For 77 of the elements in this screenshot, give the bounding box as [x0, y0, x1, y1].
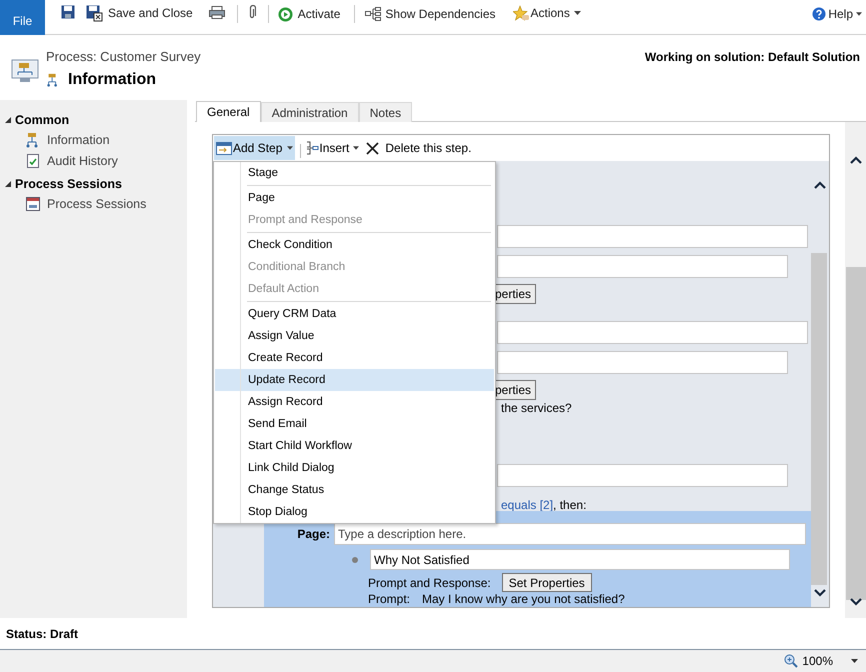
tab[interactable]: Administration	[260, 102, 359, 122]
text-field[interactable]	[497, 255, 788, 278]
actions-button[interactable]: Actions	[512, 4, 581, 22]
scroll-down-icon[interactable]	[850, 598, 862, 606]
add-step-button[interactable]: Add Step	[214, 136, 296, 160]
zoom-level: 100%	[802, 653, 833, 670]
activate-button[interactable]: Activate	[278, 5, 340, 23]
solution-label: Working on solution: Default Solution	[644, 49, 860, 66]
menu-item[interactable]: Create Record	[215, 347, 494, 369]
document-check-icon	[25, 153, 41, 170]
caret-icon	[353, 146, 360, 150]
add-step-icon	[216, 142, 232, 154]
hierarchy-icon	[365, 7, 382, 21]
menu-item[interactable]: Assign Value	[215, 325, 494, 347]
status-label: Status: Draft	[6, 626, 78, 642]
save-icon[interactable]	[61, 5, 75, 19]
sidebar-item[interactable]: Process Sessions	[47, 194, 146, 214]
menu-item[interactable]: Stop Dialog	[215, 501, 494, 523]
menu-item[interactable]: Start Child Workflow	[215, 435, 494, 457]
show-dependencies-button[interactable]: Show Dependencies	[365, 5, 496, 23]
menu-item[interactable]: Page	[215, 187, 494, 209]
tab[interactable]: General	[196, 101, 261, 122]
process-subtitle: Process: Customer Survey	[46, 49, 201, 65]
star-hand-icon	[512, 4, 530, 22]
text-field[interactable]	[497, 225, 808, 248]
sidebar-item[interactable]: Audit History	[47, 152, 118, 171]
process-icon	[11, 59, 39, 83]
scroll-up-icon[interactable]	[850, 156, 862, 164]
tab[interactable]: Notes	[358, 102, 412, 122]
prompt-text: May I know why are you not satisfied?	[422, 593, 625, 606]
page-label: Page:	[296, 526, 331, 543]
menu-item[interactable]: Send Email	[215, 413, 494, 435]
prompt-label: Prompt:	[368, 593, 410, 606]
bullet-icon	[352, 556, 358, 562]
caret-icon	[574, 11, 581, 15]
insert-icon	[306, 141, 320, 155]
delete-step-button[interactable]: Delete this step.	[366, 139, 472, 157]
prompt-text: the services?	[501, 401, 572, 415]
sidebar-item[interactable]: Information	[47, 130, 110, 150]
expand-triangle-icon[interactable]	[5, 181, 11, 188]
save-and-close-button[interactable]: Save and Close	[86, 4, 193, 22]
text-field[interactable]	[497, 351, 788, 374]
paperclip-icon[interactable]	[248, 5, 256, 20]
help-icon	[812, 7, 826, 21]
caret-icon	[856, 12, 862, 16]
menu-item[interactable]: Stage	[215, 162, 494, 184]
print-icon[interactable]	[208, 6, 225, 19]
expand-triangle-icon[interactable]	[5, 117, 11, 124]
close-icon	[366, 142, 380, 154]
help-button[interactable]: Help	[812, 5, 862, 23]
scroll-down-icon[interactable]	[814, 589, 826, 597]
scrollbar-thumb[interactable]	[846, 267, 866, 600]
caret-icon[interactable]	[851, 659, 858, 663]
page-title: Information	[68, 70, 156, 90]
step-name-field[interactable]: Why Not Satisfied	[370, 549, 790, 570]
text-field[interactable]	[497, 464, 788, 487]
menu-item[interactable]: Query CRM Data	[215, 303, 494, 325]
file-tab[interactable]: File	[0, 0, 45, 35]
caret-icon	[287, 146, 294, 150]
scroll-up-icon[interactable]	[814, 181, 826, 189]
menu-item[interactable]: Update Record	[215, 369, 494, 391]
menu-item[interactable]: Check Condition	[215, 234, 494, 256]
description-field[interactable]: Type a description here.	[334, 523, 806, 545]
insert-button[interactable]: Insert	[306, 139, 360, 157]
set-properties-button[interactable]: Set Properties	[502, 573, 592, 592]
menu-item[interactable]: Change Status	[215, 479, 494, 501]
calendar-icon	[25, 196, 41, 212]
text-field[interactable]	[497, 321, 808, 344]
menu-item[interactable]: Link Child Dialog	[215, 457, 494, 479]
zoom-icon[interactable]	[784, 654, 798, 668]
save-close-icon	[86, 4, 103, 22]
flowchart-icon	[46, 73, 60, 87]
sidebar-section[interactable]: Process Sessions	[15, 174, 122, 194]
scrollbar-thumb[interactable]	[811, 253, 827, 585]
play-circle-icon	[278, 6, 293, 22]
sidebar-section[interactable]: Common	[15, 111, 70, 130]
prompt-response-label: Prompt and Response:	[368, 574, 491, 592]
